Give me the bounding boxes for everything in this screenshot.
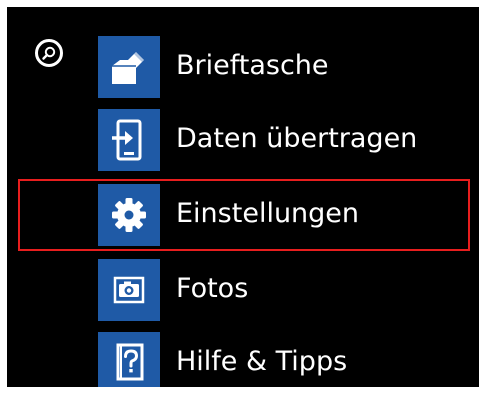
camera-icon (113, 276, 145, 304)
app-item-brieftasche[interactable]: Brieftasche (98, 36, 468, 98)
wallet-icon (112, 52, 144, 84)
app-tile-hilfe-tipps (98, 332, 160, 387)
app-tile-fotos (98, 259, 160, 321)
highlight-box-einstellungen (18, 179, 470, 251)
app-item-fotos[interactable]: Fotos (98, 259, 468, 321)
search-button[interactable] (35, 39, 63, 67)
app-label-daten-uebertragen: Daten übertragen (176, 123, 418, 154)
app-label-fotos: Fotos (176, 273, 249, 304)
app-tile-brieftasche (98, 36, 160, 98)
app-tile-daten-uebertragen (98, 109, 160, 171)
app-label-hilfe-tipps: Hilfe & Tipps (176, 346, 348, 377)
app-item-daten-uebertragen[interactable]: Daten übertragen (98, 109, 468, 171)
data-transfer-icon (112, 119, 142, 161)
help-icon (116, 343, 144, 381)
app-list-screen: Brieftasche Daten übertragen Einstellung… (7, 7, 479, 387)
app-label-brieftasche: Brieftasche (176, 50, 329, 81)
app-item-hilfe-tipps[interactable]: Hilfe & Tipps (98, 332, 468, 387)
search-icon (42, 46, 56, 60)
